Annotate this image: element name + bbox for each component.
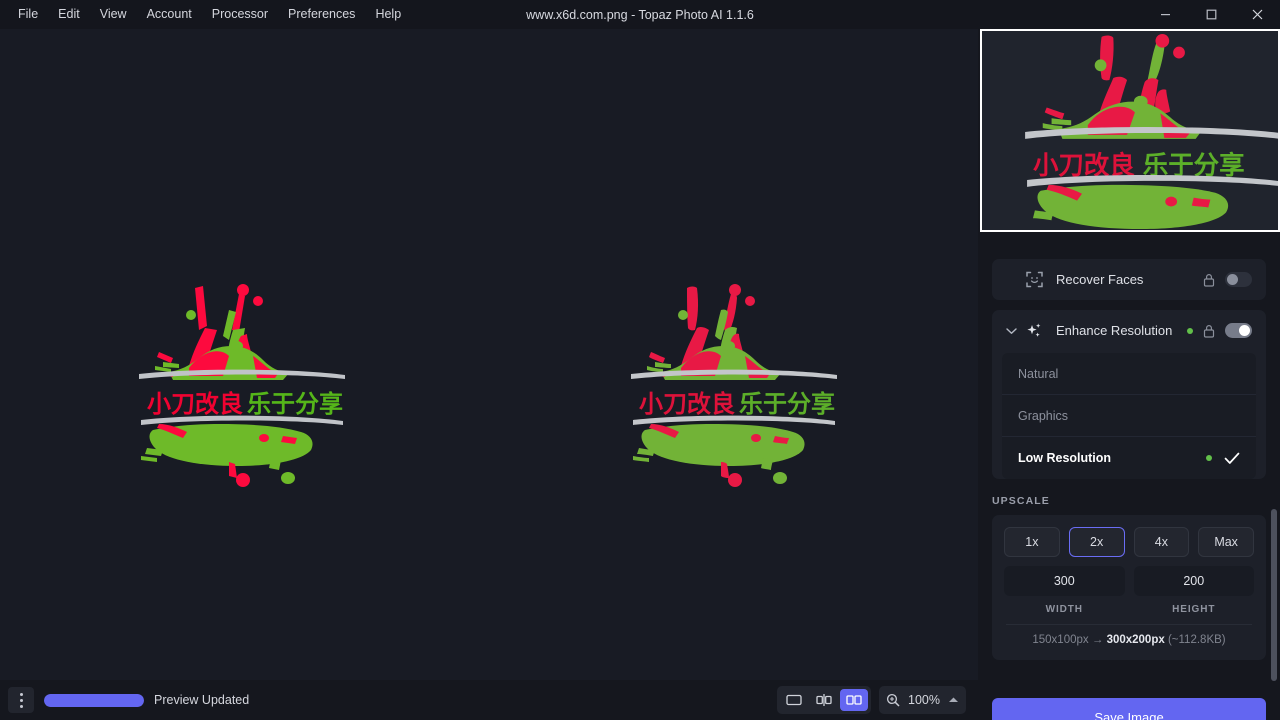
menu-item-processor[interactable]: Processor bbox=[202, 3, 278, 26]
recover-faces-label: Recover Faces bbox=[1056, 272, 1143, 287]
progress-bar bbox=[44, 694, 144, 707]
upscale-card: 1x 2x 4x Max 300 WIDTH 200 HEIGHT bbox=[992, 515, 1266, 660]
model-option-graphics[interactable]: Graphics bbox=[1002, 395, 1256, 437]
svg-text:乐于分享: 乐于分享 bbox=[247, 390, 343, 418]
sparkle-icon bbox=[1024, 322, 1044, 340]
single-pane-icon bbox=[786, 694, 802, 706]
recover-faces-toggle[interactable] bbox=[1225, 272, 1252, 287]
check-icon bbox=[1224, 452, 1240, 465]
lock-icon[interactable] bbox=[1203, 273, 1215, 287]
view-mode-single-button[interactable] bbox=[780, 689, 808, 711]
height-label: HEIGHT bbox=[1134, 604, 1255, 615]
menu-item-preferences[interactable]: Preferences bbox=[278, 3, 365, 26]
face-detect-icon bbox=[1024, 271, 1044, 288]
status-text: Preview Updated bbox=[154, 693, 249, 707]
size-summary: 150x100px → 300x200px (~112.8KB) bbox=[1004, 625, 1254, 648]
upscale-section-title: UPSCALE bbox=[992, 495, 1280, 507]
preview-splash-artwork: 小刀改良 乐于分享 bbox=[982, 31, 1278, 230]
size-from: 150x100px bbox=[1032, 634, 1088, 646]
scale-button-row: 1x 2x 4x Max bbox=[1004, 527, 1254, 557]
svg-text:小刀改良: 小刀改良 bbox=[147, 390, 243, 418]
close-button[interactable] bbox=[1234, 0, 1280, 29]
topaz-photo-ai-window: File Edit View Account Processor Prefere… bbox=[0, 0, 1280, 720]
zoom-in-icon bbox=[886, 693, 900, 707]
size-to: 300x200px bbox=[1107, 634, 1165, 646]
dimension-row: 300 WIDTH 200 HEIGHT bbox=[1004, 566, 1254, 615]
image-canvas[interactable]: 小刀改良 乐于分享 bbox=[0, 29, 978, 680]
view-mode-side-by-side-button[interactable] bbox=[840, 689, 868, 711]
preview-thumbnail[interactable]: 小刀改良 乐于分享 bbox=[980, 29, 1280, 232]
enhance-resolution-header[interactable]: Enhance Resolution bbox=[992, 310, 1266, 351]
size-estimate: (~112.8KB) bbox=[1168, 634, 1226, 646]
panel-scrollbar[interactable] bbox=[1271, 509, 1277, 681]
enhance-model-list: Natural Graphics Low Resolution bbox=[1002, 353, 1256, 479]
scale-button-max[interactable]: Max bbox=[1198, 527, 1254, 557]
minimize-icon bbox=[1160, 9, 1171, 20]
model-option-graphics-label: Graphics bbox=[1018, 409, 1068, 423]
view-mode-split-button[interactable] bbox=[810, 689, 838, 711]
model-option-natural[interactable]: Natural bbox=[1002, 353, 1256, 395]
save-area: Save Image bbox=[978, 689, 1280, 720]
svg-text:乐于分享: 乐于分享 bbox=[739, 390, 835, 418]
close-icon bbox=[1252, 9, 1263, 20]
recover-faces-controls bbox=[1203, 272, 1252, 287]
module-enhance-resolution[interactable]: Enhance Resolution Natural bbox=[992, 310, 1266, 479]
scale-button-2x[interactable]: 2x bbox=[1069, 527, 1125, 557]
title-bar: File Edit View Account Processor Prefere… bbox=[0, 0, 1280, 29]
view-controls: 100% bbox=[777, 686, 978, 714]
width-input[interactable]: 300 bbox=[1004, 566, 1125, 596]
window-controls bbox=[1142, 0, 1280, 29]
height-field-group: 200 HEIGHT bbox=[1134, 566, 1255, 615]
zoom-control[interactable]: 100% bbox=[879, 686, 966, 714]
scale-button-4x[interactable]: 4x bbox=[1134, 527, 1190, 557]
width-label: WIDTH bbox=[1004, 604, 1125, 615]
enhance-resolution-controls bbox=[1187, 323, 1252, 338]
zoom-level-value: 100% bbox=[907, 693, 941, 707]
height-input[interactable]: 200 bbox=[1134, 566, 1255, 596]
menu-item-help[interactable]: Help bbox=[365, 3, 411, 26]
chevron-down-icon[interactable] bbox=[1004, 327, 1018, 335]
view-mode-group bbox=[777, 686, 871, 714]
original-image[interactable]: 小刀改良 乐于分享 bbox=[133, 280, 359, 488]
kebab-menu-icon[interactable] bbox=[8, 687, 34, 713]
enhance-resolution-toggle[interactable] bbox=[1225, 323, 1252, 338]
model-selected-dot bbox=[1206, 455, 1212, 461]
svg-text:小刀改良: 小刀改良 bbox=[639, 390, 735, 418]
width-field-group: 300 WIDTH bbox=[1004, 566, 1125, 615]
scale-button-1x[interactable]: 1x bbox=[1004, 527, 1060, 557]
menu-item-edit[interactable]: Edit bbox=[48, 3, 90, 26]
recover-faces-header[interactable]: Recover Faces bbox=[992, 259, 1266, 300]
model-option-low-resolution-label: Low Resolution bbox=[1018, 451, 1111, 465]
enhance-resolution-label: Enhance Resolution bbox=[1056, 323, 1172, 338]
model-option-low-resolution-state bbox=[1206, 452, 1240, 465]
panel-scroll-region[interactable]: Recover Faces bbox=[978, 234, 1280, 681]
right-panel: 小刀改良 乐于分享 bbox=[978, 29, 1280, 720]
status-bar: Preview Updated bbox=[0, 680, 978, 720]
original-splash-artwork: 小刀改良 乐于分享 bbox=[133, 280, 359, 488]
model-option-low-resolution[interactable]: Low Resolution bbox=[1002, 437, 1256, 479]
side-by-side-icon bbox=[846, 694, 862, 706]
save-image-button[interactable]: Save Image bbox=[992, 698, 1266, 720]
split-pane-icon bbox=[816, 694, 832, 706]
progress-bar-fill bbox=[44, 694, 144, 707]
module-recover-faces[interactable]: Recover Faces bbox=[992, 259, 1266, 300]
enhanced-image[interactable]: 小刀改良 乐于分享 bbox=[625, 280, 851, 488]
minimize-button[interactable] bbox=[1142, 0, 1188, 29]
menu-item-view[interactable]: View bbox=[90, 3, 137, 26]
model-option-natural-label: Natural bbox=[1018, 367, 1058, 381]
maximize-icon bbox=[1206, 9, 1217, 20]
menu-bar: File Edit View Account Processor Prefere… bbox=[0, 0, 411, 29]
chevron-up-icon[interactable] bbox=[948, 696, 959, 704]
size-arrow-icon: → bbox=[1092, 634, 1104, 646]
lock-icon[interactable] bbox=[1203, 324, 1215, 338]
menu-item-account[interactable]: Account bbox=[137, 3, 202, 26]
menu-item-file[interactable]: File bbox=[8, 3, 48, 26]
enhanced-splash-artwork: 小刀改良 乐于分享 bbox=[625, 280, 851, 488]
enhance-resolution-active-dot bbox=[1187, 328, 1193, 334]
maximize-button[interactable] bbox=[1188, 0, 1234, 29]
